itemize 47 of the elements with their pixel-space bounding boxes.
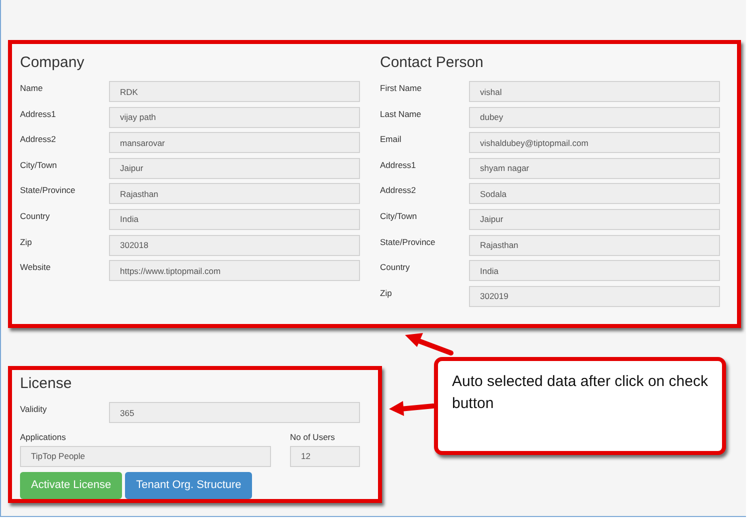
input-field[interactable]: dubey (469, 106, 720, 128)
input-field[interactable]: India (109, 208, 360, 230)
input-field[interactable]: https://www.tiptopmail.com (109, 260, 360, 282)
input-field[interactable]: vishal (469, 81, 720, 102)
field-label: Email (380, 133, 402, 146)
input-field[interactable]: TipTop People (20, 446, 271, 467)
section-title: License (20, 375, 73, 393)
arrow (389, 401, 436, 416)
input-field[interactable]: Rajasthan (469, 234, 720, 256)
field-label: Name (20, 82, 44, 95)
field-label: State/Province (20, 184, 76, 198)
field-label: Address1 (380, 158, 417, 172)
field-label: Validity (20, 403, 48, 416)
input-field[interactable]: vijay path (109, 106, 360, 128)
arrow (405, 333, 454, 356)
field-label: Country (20, 210, 51, 223)
field-label: Address1 (20, 108, 57, 121)
input-field[interactable]: mansarovar (109, 132, 360, 154)
input-field[interactable]: Jaipur (109, 158, 360, 179)
input-field[interactable]: 302018 (109, 234, 360, 256)
field-label: Country (380, 261, 411, 274)
field-label: City/Town (20, 158, 58, 172)
input-field[interactable]: India (469, 260, 720, 282)
input-field[interactable]: Jaipur (469, 208, 720, 230)
callout-note: Auto selected data after click on check button (434, 357, 726, 455)
input-field[interactable]: vishaldubey@tiptopmail.com (469, 132, 720, 154)
field-label: No of Users (290, 430, 336, 442)
input-field[interactable]: 12 (290, 446, 360, 467)
input-field[interactable]: Sodala (469, 183, 720, 204)
section-title: Company (20, 54, 86, 72)
field-label: Applications (20, 430, 67, 442)
field-label: State/Province (380, 236, 436, 249)
input-field[interactable]: 365 (109, 402, 360, 423)
input-field[interactable]: shyam nagar (469, 158, 720, 179)
input-field[interactable]: 302019 (469, 286, 720, 307)
input-field[interactable]: Rajasthan (109, 183, 360, 204)
field-label: Zip (380, 286, 393, 300)
action-button[interactable]: Tenant Org. Structure (125, 472, 252, 499)
field-label: Zip (20, 236, 33, 249)
field-label: City/Town (380, 210, 418, 223)
field-label: Last Name (380, 108, 422, 121)
field-label: First Name (380, 82, 423, 95)
field-label: Address2 (20, 133, 57, 146)
section-title: Contact Person (380, 54, 484, 72)
input-field[interactable]: RDK (109, 81, 360, 102)
field-label: Website (20, 261, 52, 274)
field-label: Address2 (380, 184, 417, 198)
